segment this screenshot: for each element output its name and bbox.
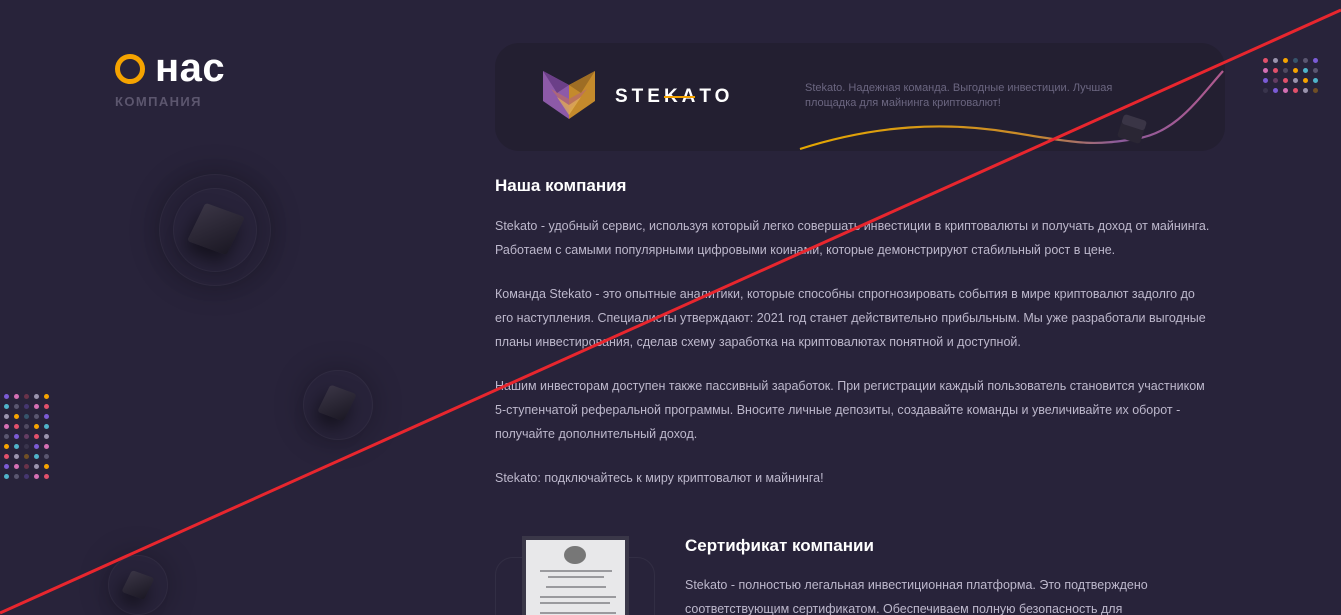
decorative-dot [34,464,39,469]
decorative-dot [4,434,9,439]
decorative-dot [1283,78,1288,83]
decorative-dot [1303,58,1308,63]
certificate-title: Сертификат компании [685,536,874,555]
decorative-dot [1283,58,1288,63]
decorative-dot [1273,78,1278,83]
decorative-dot [1293,58,1298,63]
decorative-dot [4,464,9,469]
about-title: Наша компания [495,176,627,195]
decorative-dot [14,464,19,469]
certificate-text: Stekato - полностью легальная инвестицио… [685,578,1148,615]
decorative-dot [1263,88,1268,93]
decorative-dot [34,404,39,409]
decorative-dot [14,414,19,419]
cube-decoration-medium [303,370,373,440]
decorative-dot [4,444,9,449]
cube-decoration-large [159,174,271,286]
decorative-dot [34,474,39,479]
decorative-dot [1303,78,1308,83]
decorative-dot [24,444,29,449]
brand-accent: KA [663,86,700,107]
about-section: Наша компания Stekato - удобный сервис, … [495,176,1215,510]
dots-decoration-left [4,394,49,479]
decorative-dot [14,444,19,449]
decorative-dot [34,454,39,459]
decorative-dot [4,404,9,409]
decorative-dot [44,454,49,459]
about-paragraph: Stekato - удобный сервис, используя кото… [495,219,1210,257]
decorative-dot [14,474,19,479]
decorative-dot [24,404,29,409]
decorative-dot [24,464,29,469]
decorative-dot [4,414,9,419]
decorative-dot [1303,68,1308,73]
decorative-dot [44,464,49,469]
decorative-dot [1263,78,1268,83]
page-title: нас [115,46,225,90]
certificate-section: Сертификат компании Stekato - полностью … [495,533,1225,615]
decorative-dot [44,404,49,409]
decorative-dot [44,394,49,399]
decorative-dot [1283,68,1288,73]
decorative-dot [1303,88,1308,93]
decorative-dot [14,424,19,429]
banner-brand-name: STEKATO [615,86,733,108]
decorative-dot [1313,68,1318,73]
company-banner: STEKATO Stekato. Надежная команда. Выгод… [495,43,1225,151]
about-page: нас КОМПАНИЯ STEKATO Stekato. Надежная к… [0,0,1341,615]
decorative-dot [4,454,9,459]
page-subtitle: КОМПАНИЯ [115,94,202,109]
decorative-dot [1273,68,1278,73]
dots-decoration-top-right [1263,58,1318,93]
stekato-logo-icon [543,71,595,119]
decorative-dot [1273,88,1278,93]
certificate-emblem-icon [564,546,586,564]
decorative-dot [24,394,29,399]
about-paragraph: Команда Stekato - это опытные аналитики,… [495,287,1206,349]
decorative-dot [1313,78,1318,83]
decorative-dot [44,434,49,439]
decorative-dot [34,444,39,449]
decorative-dot [1293,78,1298,83]
page-heading: нас КОМПАНИЯ [115,46,225,109]
heading-o-ring-icon [115,54,145,84]
decorative-dot [44,414,49,419]
decorative-dot [44,444,49,449]
decorative-dot [24,424,29,429]
decorative-dot [24,474,29,479]
decorative-dot [14,404,19,409]
decorative-dot [4,474,9,479]
decorative-dot [34,424,39,429]
banner-brand-text: STEKATO [615,86,734,107]
decorative-dot [44,474,49,479]
decorative-dot [1283,88,1288,93]
decorative-dot [14,394,19,399]
decorative-dot [1263,58,1268,63]
decorative-dot [4,424,9,429]
decorative-dot [14,454,19,459]
about-paragraph: Нашим инвесторам доступен также пассивны… [495,379,1205,441]
decorative-dot [34,394,39,399]
about-paragraph: Stekato: подключайтесь к миру криптовалю… [495,471,824,485]
decorative-dot [4,394,9,399]
decorative-dot [1313,58,1318,63]
decorative-dot [1293,88,1298,93]
decorative-dot [24,454,29,459]
decorative-dot [44,424,49,429]
decorative-dot [24,434,29,439]
cube-decoration-small [108,555,168,615]
decorative-dot [1263,68,1268,73]
page-title-text: нас [155,46,226,90]
decorative-dot [1293,68,1298,73]
decorative-dot [34,434,39,439]
banner-tagline: Stekato. Надежная команда. Выгодные инве… [805,82,1113,109]
decorative-dot [1273,58,1278,63]
decorative-dot [34,414,39,419]
decorative-dot [24,414,29,419]
certificate-image[interactable] [522,536,629,615]
decorative-dot [14,434,19,439]
decorative-dot [1313,88,1318,93]
